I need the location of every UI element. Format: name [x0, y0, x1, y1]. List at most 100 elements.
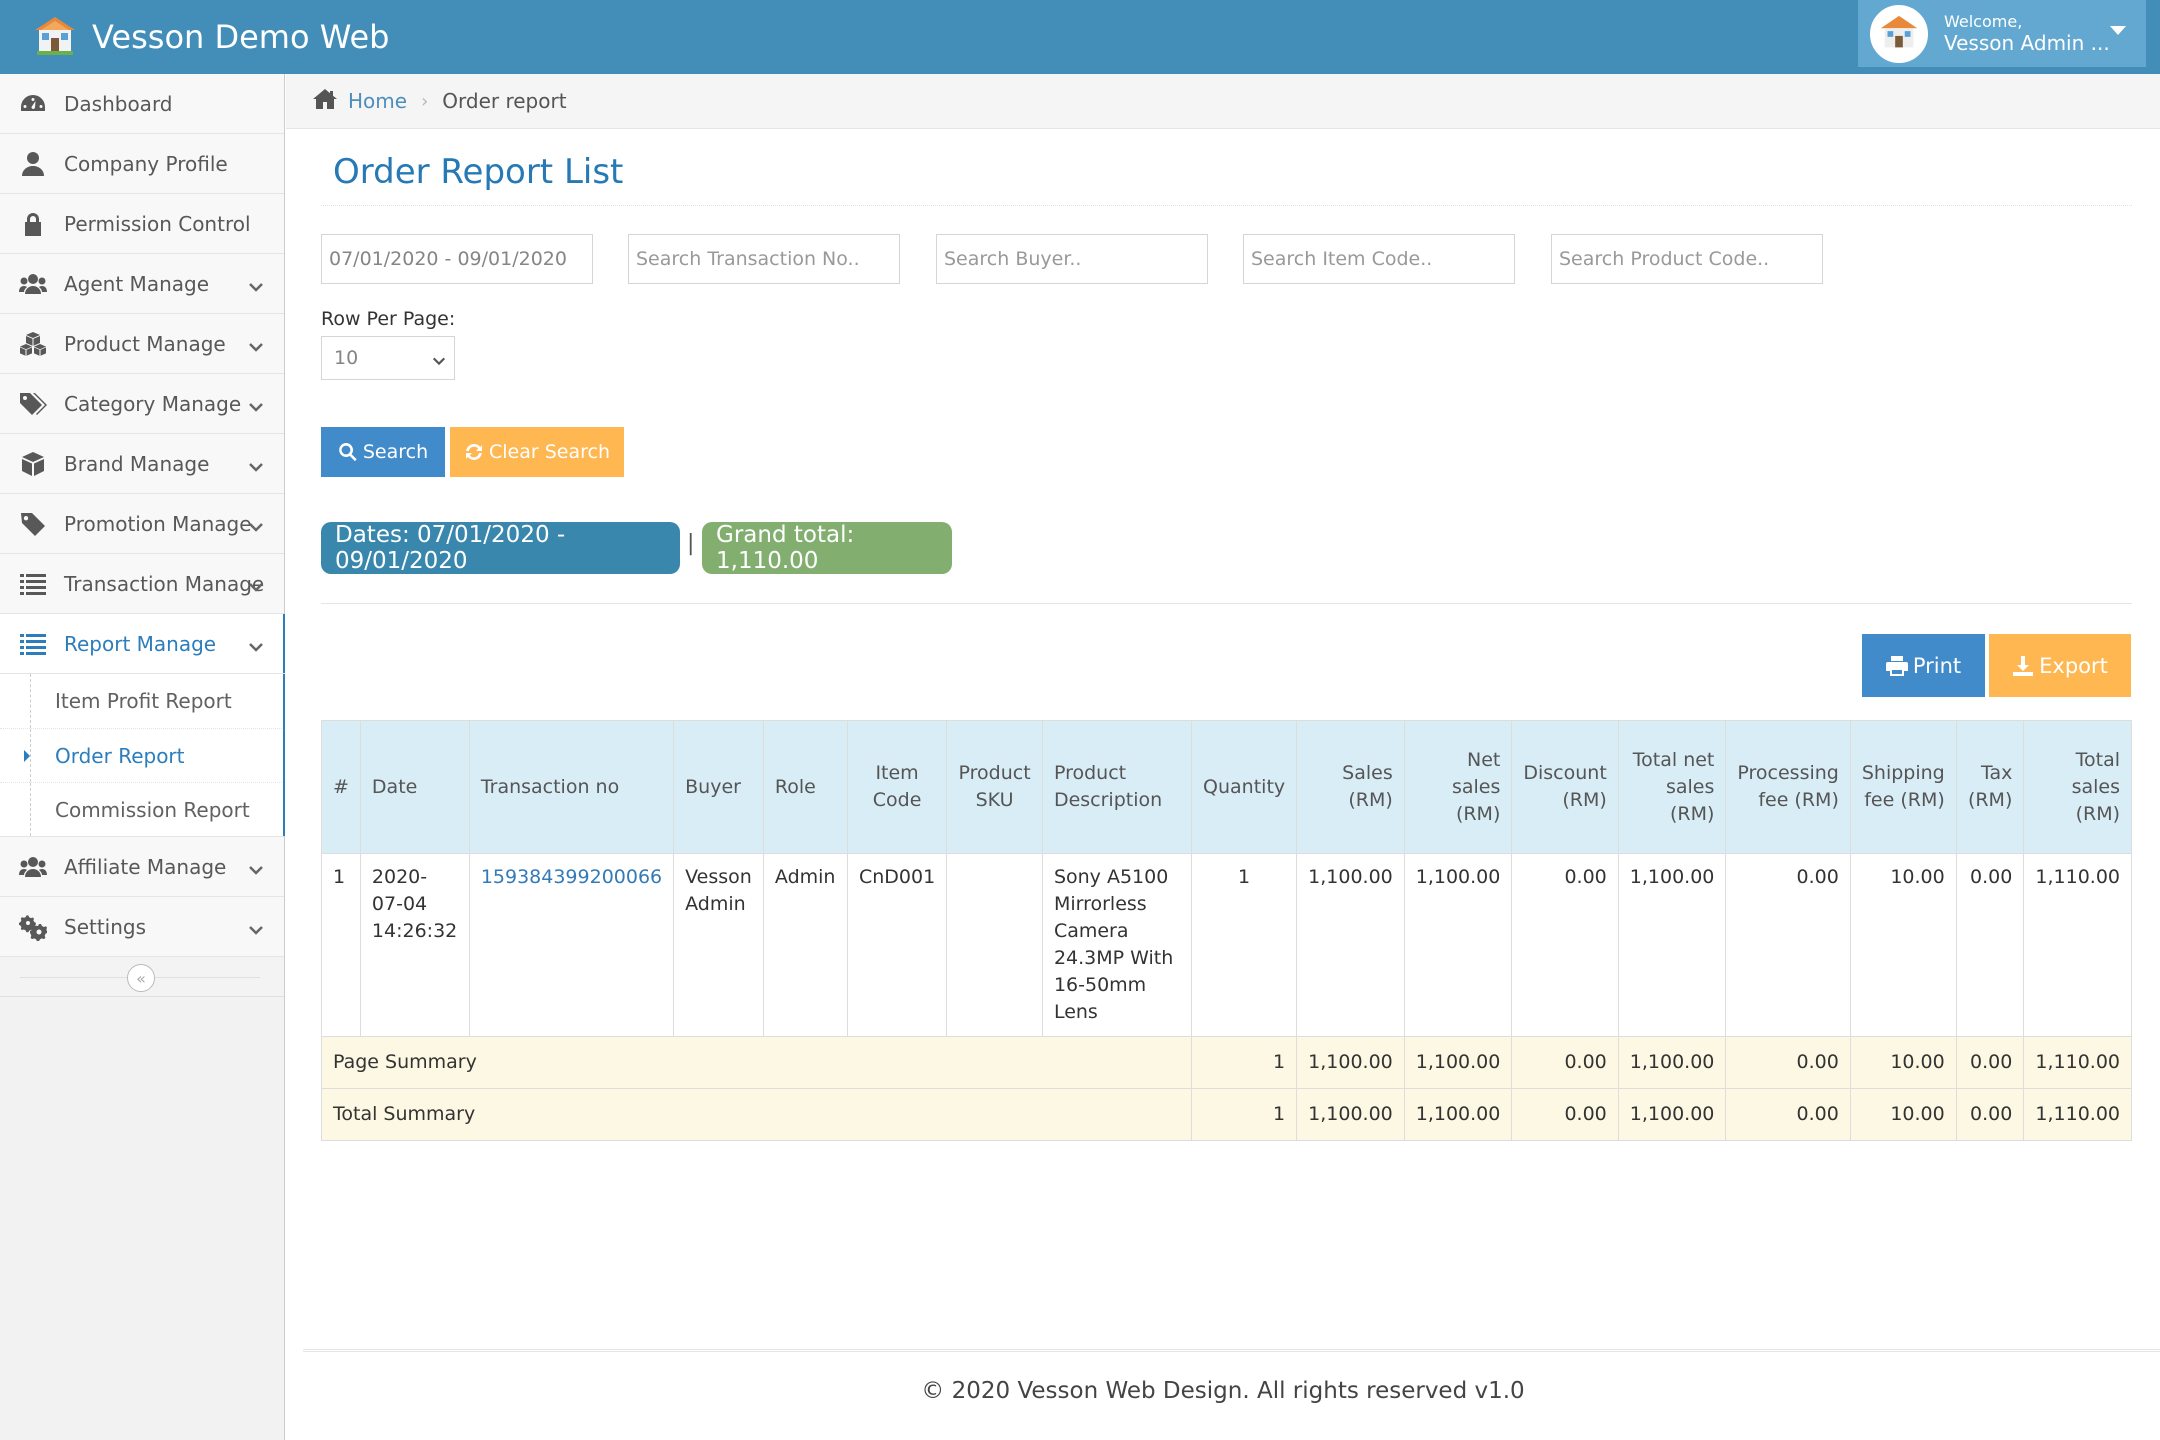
print-icon: [1885, 655, 1908, 676]
sidebar-item-agent-manage[interactable]: Agent Manage: [0, 254, 284, 314]
list-icon: [16, 569, 50, 599]
sidebar-item-label: Promotion Manage: [64, 511, 252, 536]
summary-net-sales: 1,100.00: [1403, 1088, 1513, 1141]
column-header[interactable]: Discount (RM): [1511, 720, 1619, 854]
chevron-down-icon: [248, 336, 264, 360]
summary-shipping: 10.00: [1849, 1088, 1957, 1141]
submenu-item-item-profit-report[interactable]: Item Profit Report: [0, 674, 284, 728]
sidebar-item-dashboard[interactable]: Dashboard: [0, 74, 284, 134]
chevron-down-icon: [248, 456, 264, 480]
sidebar-item-settings[interactable]: Settings: [0, 897, 284, 957]
users-icon: [16, 269, 50, 299]
search-item-code-input[interactable]: [1243, 234, 1515, 284]
clear-search-button[interactable]: Clear Search: [450, 427, 624, 477]
column-header[interactable]: Sales (RM): [1296, 720, 1405, 854]
search-button[interactable]: Search: [321, 427, 445, 477]
submenu-item-order-report[interactable]: Order Report: [0, 728, 284, 782]
chevron-down-icon: [248, 859, 264, 883]
summary-sales: 1,100.00: [1296, 1088, 1405, 1141]
search-button-label: Search: [362, 441, 429, 463]
summary-total-net: 1,100.00: [1617, 1036, 1727, 1089]
refresh-icon: [465, 444, 482, 460]
cell-role: Admin: [762, 853, 848, 1037]
grand-total-badge: Grand total: 1,110.00: [702, 522, 952, 574]
cell-transaction: 159384399200066: [468, 853, 675, 1037]
sidebar-item-company-profile[interactable]: Company Profile: [0, 134, 284, 194]
sidebar-item-promotion-manage[interactable]: Promotion Manage: [0, 494, 284, 554]
welcome-label: Welcome,: [1944, 11, 2023, 31]
column-header[interactable]: Net sales (RM): [1403, 720, 1513, 854]
caret-down-icon[interactable]: [2110, 26, 2126, 35]
cell-total-sales: 1,110.00: [2023, 853, 2132, 1037]
submenu-item-label: Item Profit Report: [55, 689, 232, 713]
sidebar-item-affiliate-manage[interactable]: Affiliate Manage: [0, 837, 284, 897]
column-header[interactable]: Date: [359, 720, 470, 854]
list-alt-icon: [16, 629, 50, 659]
sidebar-item-label: Company Profile: [64, 151, 228, 176]
column-header[interactable]: Quantity: [1191, 720, 1298, 854]
column-header[interactable]: Product Description: [1041, 720, 1193, 854]
summary-label: Total Summary: [320, 1088, 1193, 1141]
search-buyer-input[interactable]: [936, 234, 1208, 284]
submenu-item-label: Commission Report: [55, 797, 250, 822]
search-transaction-input[interactable]: [628, 234, 900, 284]
cell-sales: 1,100.00: [1296, 853, 1405, 1037]
chevron-down-icon: [248, 396, 264, 420]
summary-tax: 0.00: [1955, 1036, 2025, 1089]
sidebar-item-category-manage[interactable]: Category Manage: [0, 374, 284, 434]
column-header[interactable]: Buyer: [673, 720, 764, 854]
cell-processing: 0.00: [1725, 853, 1851, 1037]
summary-total-net: 1,100.00: [1617, 1088, 1727, 1141]
sidebar-item-product-manage[interactable]: Product Manage: [0, 314, 284, 374]
column-header[interactable]: Role: [762, 720, 848, 854]
lock-icon: [16, 209, 50, 239]
chevron-down-icon: [248, 276, 264, 300]
column-header[interactable]: Total net sales (RM): [1617, 720, 1727, 854]
print-button[interactable]: Print: [1862, 634, 1985, 697]
column-header[interactable]: Shipping fee (RM): [1849, 720, 1957, 854]
summary-label: Page Summary: [320, 1036, 1193, 1089]
sidebar-item-report-manage[interactable]: Report Manage: [0, 614, 285, 674]
user-menu[interactable]: Welcome, Vesson Admin ...: [1858, 0, 2146, 67]
sidebar-item-transaction-manage[interactable]: Transaction Manage: [0, 554, 284, 614]
sidebar-item-label: Permission Control: [64, 211, 251, 236]
cell-quantity: 1: [1191, 853, 1298, 1037]
row-per-page-select[interactable]: 10: [321, 336, 455, 380]
page-summary-row: Page Summary 1 1,100.00 1,100.00 0.00 1,…: [320, 1036, 2132, 1089]
column-header[interactable]: Processing fee (RM): [1725, 720, 1851, 854]
transaction-link[interactable]: 159384399200066: [481, 866, 662, 888]
column-header[interactable]: Transaction no: [468, 720, 675, 854]
double-chevron-left-icon[interactable]: «: [127, 964, 155, 992]
breadcrumb: Home › Order report: [286, 74, 2160, 129]
cubes-icon: [16, 329, 50, 359]
column-header[interactable]: Tax (RM): [1955, 720, 2025, 854]
column-header[interactable]: #: [321, 720, 361, 854]
user-icon: [16, 149, 50, 179]
chevron-down-icon: [248, 919, 264, 943]
page-title: Order Report List: [333, 152, 624, 192]
sidebar: Dashboard Company Profile Permission Con…: [0, 74, 285, 1440]
search-product-code-input[interactable]: [1551, 234, 1823, 284]
summary-sales: 1,100.00: [1296, 1036, 1405, 1089]
column-header[interactable]: Item Code: [846, 720, 948, 854]
sidebar-item-label: Agent Manage: [64, 271, 209, 296]
chevron-down-icon: [248, 576, 264, 600]
dashboard-icon: [16, 89, 50, 119]
print-button-label: Print: [1912, 653, 1962, 678]
submenu-item-commission-report[interactable]: Commission Report: [0, 782, 284, 836]
dates-badge: Dates: 07/01/2020 - 09/01/2020: [321, 522, 680, 574]
sidebar-item-brand-manage[interactable]: Brand Manage: [0, 434, 284, 494]
brand[interactable]: Vesson Demo Web: [32, 0, 389, 74]
app-title: Vesson Demo Web: [92, 18, 390, 56]
cell-buyer: Vesson Admin: [673, 853, 764, 1037]
date-range-input[interactable]: [321, 234, 593, 284]
export-button[interactable]: Export: [1989, 634, 2131, 697]
breadcrumb-home-link[interactable]: Home: [348, 89, 407, 113]
summary-quantity: 1: [1191, 1088, 1298, 1141]
column-header[interactable]: Product SKU: [946, 720, 1043, 854]
cell-tax: 0.00: [1955, 853, 2025, 1037]
column-header[interactable]: Total sales (RM): [2023, 720, 2132, 854]
sidebar-item-permission-control[interactable]: Permission Control: [0, 194, 284, 254]
cell-discount: 0.00: [1511, 853, 1619, 1037]
cell-num: 1: [321, 853, 361, 1037]
